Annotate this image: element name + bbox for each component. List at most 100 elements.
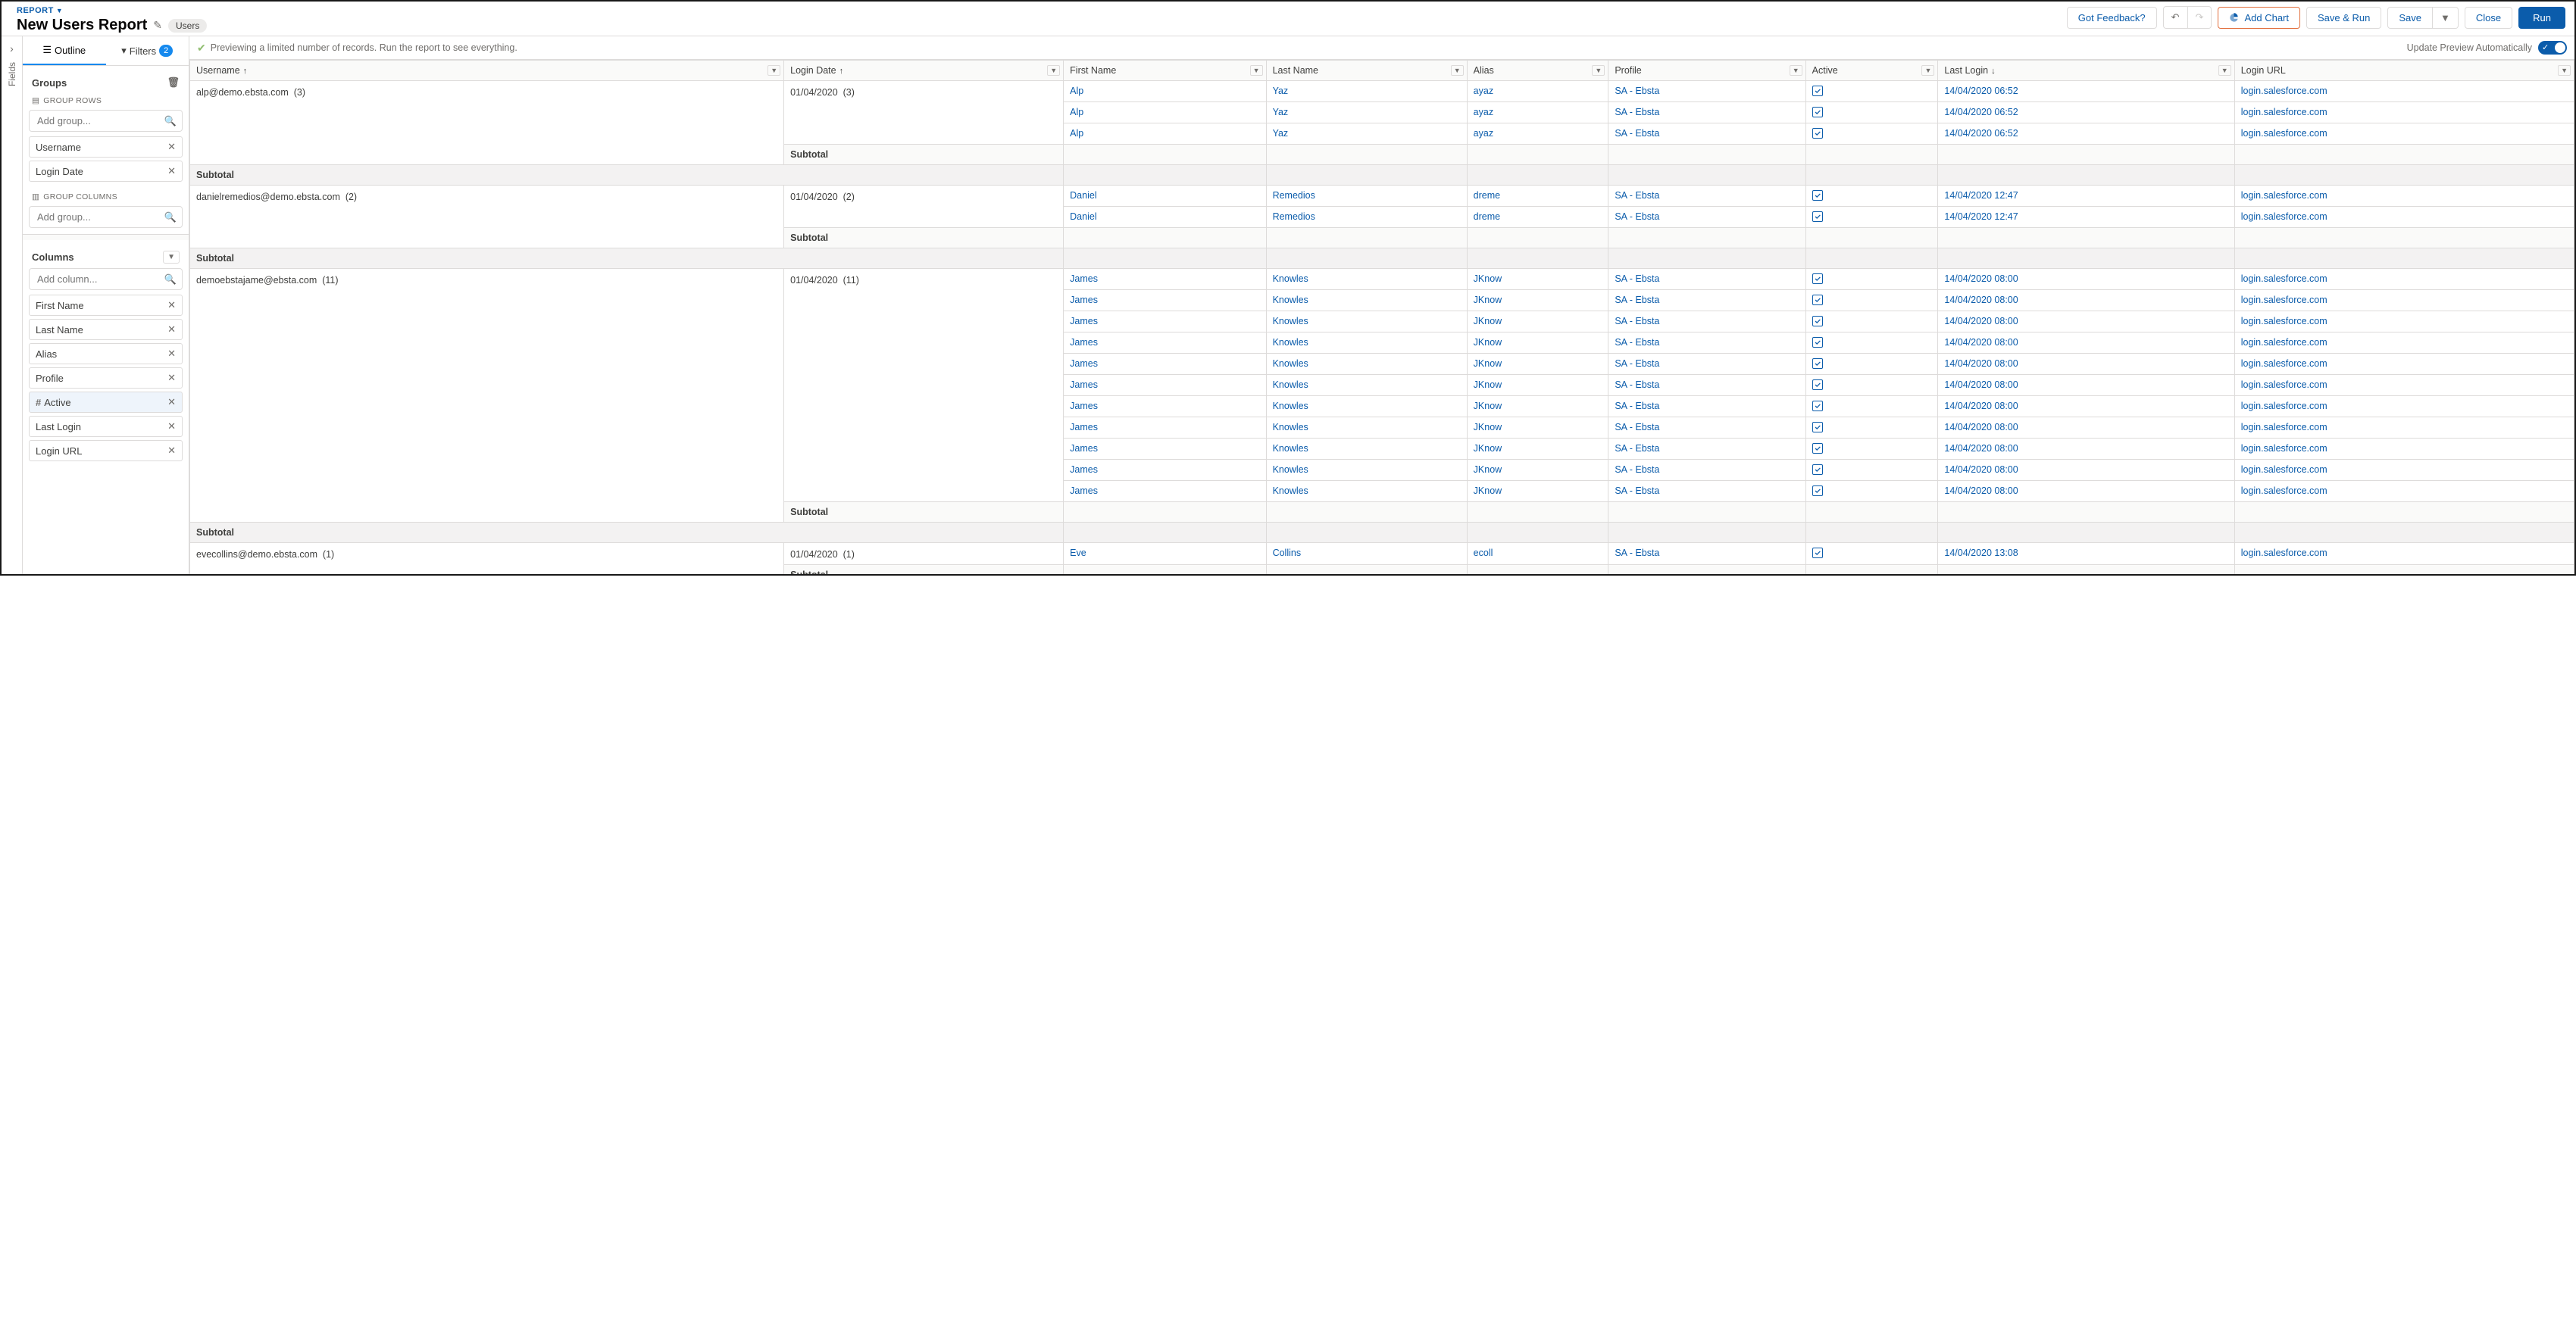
cell-last-name[interactable]: Remedios [1266,186,1467,207]
cell-login-url[interactable]: login.salesforce.com [2234,186,2574,207]
column-chip[interactable]: Last Name✕ [29,319,183,340]
column-header[interactable]: Active▼ [1805,61,1938,81]
cell-alias[interactable]: JKnow [1467,460,1608,481]
cell-first-name[interactable]: James [1064,481,1266,502]
column-chip[interactable]: Last Login✕ [29,416,183,437]
cell-first-name[interactable]: James [1064,354,1266,375]
cell-profile[interactable]: SA - Ebsta [1608,375,1805,396]
run-button[interactable]: Run [2518,7,2565,29]
cell-alias[interactable]: JKnow [1467,332,1608,354]
cell-profile[interactable]: SA - Ebsta [1608,481,1805,502]
close-icon[interactable]: ✕ [167,165,176,177]
cell-first-name[interactable]: James [1064,396,1266,417]
column-menu-button[interactable]: ▼ [1250,65,1263,76]
cell-login-url[interactable]: login.salesforce.com [2234,81,2574,102]
cell-first-name[interactable]: James [1064,375,1266,396]
cell-last-name[interactable]: Knowles [1266,481,1467,502]
cell-login-url[interactable]: login.salesforce.com [2234,332,2574,354]
cell-first-name[interactable]: Alp [1064,102,1266,123]
cell-last-name[interactable]: Remedios [1266,207,1467,228]
column-chip[interactable]: Alias✕ [29,343,183,364]
add-column-input[interactable] [29,268,183,290]
cell-last-name[interactable]: Knowles [1266,417,1467,439]
cell-login-url[interactable]: login.salesforce.com [2234,460,2574,481]
columns-dropdown-button[interactable]: ▼ [163,251,180,264]
cell-last-name[interactable]: Knowles [1266,269,1467,290]
breadcrumb[interactable]: REPORT ▼ [17,6,207,15]
column-chip[interactable]: #Active✕ [29,392,183,413]
undo-button[interactable]: ↶ [2163,6,2188,29]
cell-last-name[interactable]: Yaz [1266,123,1467,145]
column-menu-button[interactable]: ▼ [1790,65,1802,76]
cell-profile[interactable]: SA - Ebsta [1608,269,1805,290]
close-button[interactable]: Close [2465,7,2512,29]
column-menu-button[interactable]: ▼ [1451,65,1464,76]
cell-profile[interactable]: SA - Ebsta [1608,396,1805,417]
close-icon[interactable]: ✕ [167,323,176,336]
column-header[interactable]: Last Login↓▼ [1938,61,2234,81]
close-icon[interactable]: ✕ [167,372,176,384]
cell-last-name[interactable]: Knowles [1266,460,1467,481]
cell-alias[interactable]: JKnow [1467,269,1608,290]
close-icon[interactable]: ✕ [167,396,176,408]
close-icon[interactable]: ✕ [167,348,176,360]
cell-login-url[interactable]: login.salesforce.com [2234,311,2574,332]
cell-first-name[interactable]: James [1064,417,1266,439]
cell-login-url[interactable]: login.salesforce.com [2234,354,2574,375]
cell-login-url[interactable]: login.salesforce.com [2234,396,2574,417]
cell-first-name[interactable]: James [1064,269,1266,290]
save-button[interactable]: Save [2387,7,2433,29]
column-header[interactable]: Login Date↑▼ [784,61,1064,81]
cell-alias[interactable]: dreme [1467,207,1608,228]
cell-first-name[interactable]: Alp [1064,123,1266,145]
column-header[interactable]: Alias▼ [1467,61,1608,81]
cell-first-name[interactable]: James [1064,439,1266,460]
cell-login-url[interactable]: login.salesforce.com [2234,543,2574,565]
cell-profile[interactable]: SA - Ebsta [1608,81,1805,102]
cell-first-name[interactable]: Eve [1064,543,1266,565]
close-icon[interactable]: ✕ [167,141,176,153]
close-icon[interactable]: ✕ [167,445,176,457]
cell-profile[interactable]: SA - Ebsta [1608,186,1805,207]
cell-alias[interactable]: dreme [1467,186,1608,207]
cell-profile[interactable]: SA - Ebsta [1608,102,1805,123]
cell-profile[interactable]: SA - Ebsta [1608,354,1805,375]
cell-last-name[interactable]: Knowles [1266,311,1467,332]
save-dropdown-button[interactable]: ▼ [2433,7,2459,29]
column-header[interactable]: Last Name▼ [1266,61,1467,81]
column-menu-button[interactable]: ▼ [2218,65,2231,76]
fields-panel-toggle[interactable]: › Fields [2,36,23,574]
group-rows-input[interactable] [29,110,183,132]
group-cols-input[interactable] [29,206,183,228]
cell-first-name[interactable]: Daniel [1064,186,1266,207]
cell-last-name[interactable]: Knowles [1266,396,1467,417]
cell-first-name[interactable]: James [1064,311,1266,332]
cell-last-name[interactable]: Yaz [1266,81,1467,102]
cell-last-name[interactable]: Collins [1266,543,1467,565]
column-menu-button[interactable]: ▼ [1592,65,1605,76]
cell-first-name[interactable]: James [1064,290,1266,311]
cell-first-name[interactable]: James [1064,332,1266,354]
cell-alias[interactable]: JKnow [1467,375,1608,396]
column-menu-button[interactable]: ▼ [767,65,780,76]
cell-alias[interactable]: JKnow [1467,396,1608,417]
cell-profile[interactable]: SA - Ebsta [1608,207,1805,228]
redo-button[interactable]: ↷ [2188,6,2212,29]
save-run-button[interactable]: Save & Run [2306,7,2381,29]
cell-alias[interactable]: JKnow [1467,354,1608,375]
pencil-icon[interactable]: ✎ [153,19,162,32]
cell-profile[interactable]: SA - Ebsta [1608,311,1805,332]
cell-login-url[interactable]: login.salesforce.com [2234,375,2574,396]
column-chip[interactable]: First Name✕ [29,295,183,316]
group-row-chip[interactable]: Username✕ [29,136,183,158]
cell-login-url[interactable]: login.salesforce.com [2234,290,2574,311]
trash-icon[interactable]: 🗑 [167,76,180,89]
cell-login-url[interactable]: login.salesforce.com [2234,417,2574,439]
report-type-pill[interactable]: Users [168,19,207,33]
close-icon[interactable]: ✕ [167,420,176,432]
column-header[interactable]: Login URL▼ [2234,61,2574,81]
cell-last-name[interactable]: Knowles [1266,354,1467,375]
cell-alias[interactable]: JKnow [1467,439,1608,460]
cell-last-name[interactable]: Knowles [1266,290,1467,311]
feedback-button[interactable]: Got Feedback? [2067,7,2157,29]
